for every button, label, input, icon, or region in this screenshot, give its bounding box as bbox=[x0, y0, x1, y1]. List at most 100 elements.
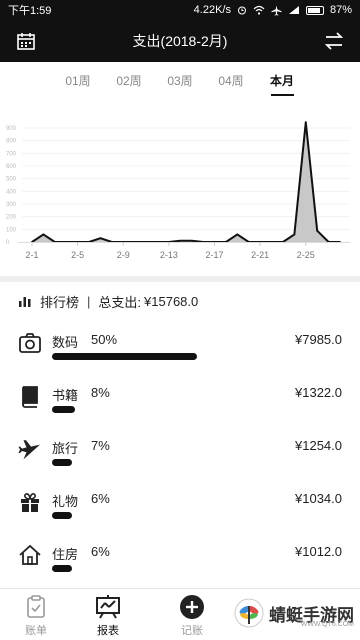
category-amount: ¥1322.0 bbox=[295, 385, 342, 400]
share-bar bbox=[52, 512, 72, 519]
alarm-icon bbox=[237, 6, 246, 15]
category-name: 礼物 bbox=[52, 494, 79, 509]
airplane-mode-icon bbox=[271, 5, 282, 16]
category-name: 书籍 bbox=[52, 388, 79, 403]
battery-icon bbox=[305, 5, 324, 15]
category-percent: 6% bbox=[91, 544, 110, 559]
watermark-url: WWW.QT6.COM bbox=[300, 621, 354, 628]
nav-label: 报表 bbox=[97, 625, 119, 637]
battery-level: 87% bbox=[329, 4, 352, 16]
category-name: 旅行 bbox=[52, 441, 79, 456]
status-time: 下午1:59 bbox=[8, 5, 52, 17]
category-name: 住房 bbox=[52, 547, 79, 562]
series-area bbox=[32, 122, 340, 242]
y-tick-label: 800 bbox=[6, 139, 17, 145]
y-tick-label: 900 bbox=[6, 126, 17, 132]
signal-icon bbox=[288, 6, 299, 14]
category-percent: 8% bbox=[91, 385, 110, 400]
tab-label: 本月 bbox=[269, 74, 294, 88]
category-ranking-list: 数码 50% ¥7985.0 书籍 8% ¥1322.0 旅行 7% ¥1254… bbox=[0, 322, 360, 588]
category-amount: ¥1034.0 bbox=[295, 491, 342, 506]
airplane-icon bbox=[18, 440, 40, 460]
x-tick-label: 2-13 bbox=[160, 250, 178, 260]
nav-reports[interactable]: 报表 bbox=[72, 589, 144, 640]
tab-label: 02周 bbox=[116, 74, 142, 88]
wifi-icon bbox=[253, 5, 265, 15]
y-tick-label: 600 bbox=[6, 164, 17, 170]
share-bar bbox=[52, 459, 72, 466]
x-tick-label: 2-25 bbox=[297, 250, 315, 260]
nav-label: 记账 bbox=[181, 625, 203, 637]
spending-chart: 900 800 700 600 500 400 300 200 100 0 2-1 2-5 2-9 2-1… bbox=[0, 108, 360, 270]
summary-separator: | bbox=[87, 293, 91, 309]
dragonfly-logo-icon bbox=[234, 598, 264, 628]
book-icon bbox=[22, 386, 38, 408]
period-tabs: 01周 02周 03周 04周 本月 bbox=[0, 62, 360, 102]
list-item[interactable]: 书籍 8% ¥1322.0 bbox=[0, 375, 360, 428]
category-amount: ¥1012.0 bbox=[295, 544, 342, 559]
summary-bar: 排行榜 | 总支出: ¥15768.0 bbox=[0, 284, 360, 318]
y-tick-label: 500 bbox=[6, 177, 17, 183]
share-bar bbox=[52, 565, 72, 572]
gift-icon bbox=[21, 493, 39, 512]
data-point bbox=[236, 233, 239, 236]
calendar-icon[interactable] bbox=[16, 31, 36, 51]
tab-this-month[interactable]: 本月 bbox=[257, 62, 308, 102]
series-line bbox=[31, 121, 340, 243]
plus-circle-icon bbox=[180, 595, 204, 619]
y-tick-label: 0 bbox=[6, 240, 10, 246]
app-screen: 下午1:59 4.22K/s 87% 支出(2018-2月) 01周 02周 0… bbox=[0, 0, 360, 640]
tab-week-03[interactable]: 03周 bbox=[155, 62, 206, 102]
tab-label: 03周 bbox=[167, 74, 193, 88]
camera-icon bbox=[19, 333, 41, 353]
total-value: ¥15768.0 bbox=[144, 293, 199, 309]
list-item[interactable]: 旅行 7% ¥1254.0 bbox=[0, 428, 360, 481]
data-point bbox=[316, 229, 319, 232]
page-title: 支出(2018-2月) bbox=[132, 33, 228, 49]
y-tick-label: 400 bbox=[6, 189, 17, 195]
x-tick-label: 2-17 bbox=[206, 250, 224, 260]
data-point bbox=[179, 239, 182, 242]
switch-arrows-icon[interactable] bbox=[324, 31, 344, 51]
house-icon bbox=[19, 544, 41, 565]
nav-bills[interactable]: 账单 bbox=[0, 589, 72, 640]
y-tick-label: 300 bbox=[6, 202, 17, 208]
app-header: 支出(2018-2月) bbox=[0, 20, 360, 62]
share-bar bbox=[52, 406, 75, 413]
category-amount: ¥7985.0 bbox=[295, 332, 342, 347]
status-bar: 下午1:59 4.22K/s 87% bbox=[0, 0, 360, 20]
nav-label: 账单 bbox=[25, 625, 47, 637]
section-divider bbox=[0, 276, 360, 282]
tab-label: 04周 bbox=[218, 74, 244, 88]
category-percent: 6% bbox=[91, 491, 110, 506]
bill-icon bbox=[27, 595, 45, 618]
tab-week-02[interactable]: 02周 bbox=[104, 62, 155, 102]
x-tick-label: 2-5 bbox=[71, 250, 84, 260]
nav-add-record[interactable]: 记账 bbox=[156, 589, 228, 640]
y-tick-label: 200 bbox=[6, 215, 17, 221]
list-item[interactable]: 住房 6% ¥1012.0 bbox=[0, 534, 360, 587]
network-speed: 4.22K/s bbox=[193, 4, 231, 16]
tab-week-04[interactable]: 04周 bbox=[206, 62, 257, 102]
data-point bbox=[99, 237, 102, 240]
x-tick-label: 2-1 bbox=[25, 250, 38, 260]
chart-svg: 900 800 700 600 500 400 300 200 100 0 2-1 2-5 2-9 2-1… bbox=[6, 121, 350, 260]
total-label: 总支出: bbox=[98, 294, 142, 310]
list-item[interactable]: 数码 50% ¥7985.0 bbox=[0, 322, 360, 375]
share-bar bbox=[52, 353, 197, 360]
tab-week-01[interactable]: 01周 bbox=[53, 62, 104, 102]
data-point bbox=[190, 239, 193, 242]
category-amount: ¥1254.0 bbox=[295, 438, 342, 453]
ranking-label: 排行榜 bbox=[40, 294, 80, 310]
x-tick-label: 2-9 bbox=[117, 250, 130, 260]
data-point bbox=[42, 233, 45, 236]
ranking-bars-icon bbox=[19, 297, 31, 307]
y-tick-label: 700 bbox=[6, 151, 17, 157]
tab-label: 01周 bbox=[65, 74, 91, 88]
data-point bbox=[293, 233, 296, 236]
data-point bbox=[304, 121, 307, 124]
site-watermark: 蜻蜓手游网 WWW.QT6.COM bbox=[233, 597, 354, 629]
report-icon bbox=[96, 595, 120, 619]
list-item[interactable]: 礼物 6% ¥1034.0 bbox=[0, 481, 360, 534]
category-name: 数码 bbox=[52, 335, 79, 350]
